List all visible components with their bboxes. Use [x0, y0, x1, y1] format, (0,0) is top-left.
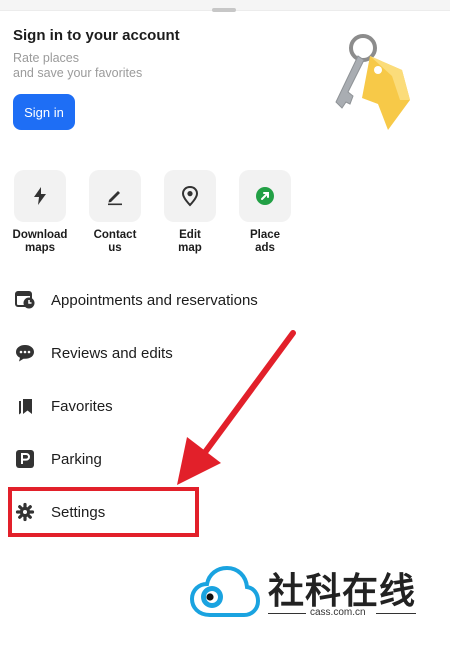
cloud-logo-icon: [190, 565, 260, 617]
lightning-icon: [34, 187, 46, 205]
menu-item-label: Appointments and reservations: [51, 291, 258, 309]
quick-action-label: Place ads: [249, 229, 281, 254]
menu-item-label: Parking: [51, 450, 102, 468]
signin-button[interactable]: Sign in: [13, 94, 75, 130]
keys-illustration: [335, 34, 410, 130]
signin-title: Sign in to your account: [13, 27, 180, 44]
menu-item-label: Favorites: [51, 397, 113, 415]
bookmark-icon: [14, 395, 36, 417]
chat-bubble-icon: [14, 342, 36, 364]
signin-subtitle-line1: Rate places: [13, 51, 80, 65]
watermark-rule-left: [268, 613, 306, 614]
quick-action-download-maps[interactable]: Download maps: [2, 170, 78, 255]
pencil-icon: [108, 191, 122, 206]
quick-action-label: Contact us: [93, 229, 137, 254]
signin-subtitle-line2: and save your favorites: [13, 66, 143, 80]
quick-action-label: Download maps: [12, 229, 68, 254]
drag-handle[interactable]: [212, 8, 236, 12]
place-ads-tile[interactable]: [239, 170, 291, 222]
map-pin-icon: [181, 185, 199, 207]
quick-action-label: Edit map: [178, 229, 202, 254]
red-annotation-arrow: [177, 330, 296, 485]
green-arrow-icon: [256, 187, 274, 205]
quick-action-contact-us[interactable]: Contact us: [77, 170, 153, 255]
download-maps-tile[interactable]: [14, 170, 66, 222]
quick-action-place-ads[interactable]: Place ads: [227, 170, 303, 255]
parking-icon: [14, 448, 36, 470]
menu-item-label: Reviews and edits: [51, 344, 173, 362]
contact-us-tile[interactable]: [89, 170, 141, 222]
calendar-clock-icon: [14, 289, 36, 311]
edit-map-tile[interactable]: [164, 170, 216, 222]
menu-item-appointments[interactable]: Appointments and reservations: [0, 280, 300, 320]
quick-action-edit-map[interactable]: Edit map: [152, 170, 228, 255]
settings-highlight-box: [8, 487, 199, 537]
watermark-url: cass.com.cn: [310, 607, 366, 618]
watermark-rule-right: [376, 613, 416, 614]
